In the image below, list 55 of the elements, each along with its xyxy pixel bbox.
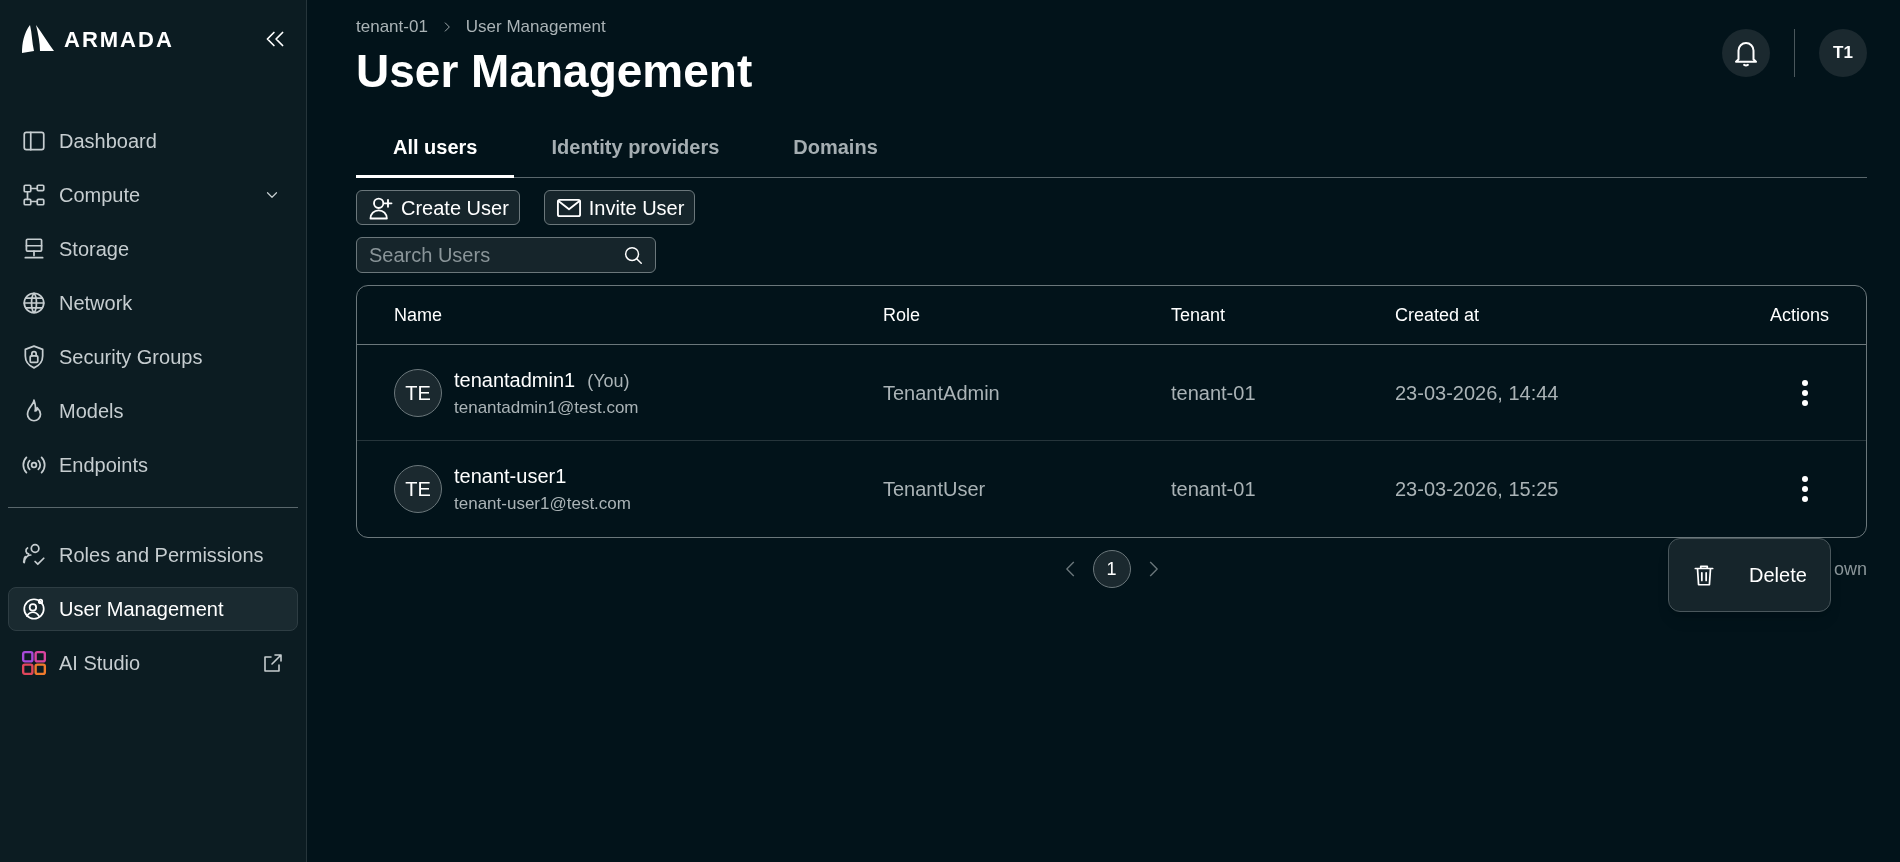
user-email: tenantadmin1@test.com: [454, 397, 639, 417]
column-header: Role: [883, 303, 922, 327]
table-cell-text: tenant-01: [1171, 380, 1257, 406]
shield-lock-icon: [21, 344, 47, 370]
user-name: tenant-user1: [454, 464, 567, 490]
column-header: Actions: [1769, 303, 1829, 327]
user-avatar[interactable]: T1: [1819, 29, 1867, 77]
search-icon: [622, 244, 644, 267]
table-cell-text: 23-03-2026, 15:25: [1395, 477, 1560, 503]
nodes-icon: [21, 182, 47, 208]
table-cell-text: 23-03-2026, 14:44: [1395, 380, 1560, 406]
globe-icon: [21, 290, 47, 316]
nav-item[interactable]: Compute: [8, 173, 298, 217]
breadcrumb-link[interactable]: User Management: [465, 14, 606, 40]
users-check-icon: [21, 542, 47, 568]
nav-item[interactable]: Network: [8, 281, 298, 325]
user-gear-icon: [21, 596, 47, 622]
tab[interactable]: Identity providers: [514, 112, 757, 179]
nav-item[interactable]: Storage: [8, 227, 298, 271]
tab[interactable]: Domains: [756, 112, 915, 179]
nav-item[interactable]: Dashboard: [8, 119, 298, 163]
page-title: User Management: [356, 45, 753, 97]
toolbar-button[interactable]: Create User: [356, 190, 520, 226]
sail-logo-icon: [20, 23, 56, 55]
table-cell-text: TenantUser: [883, 477, 987, 503]
search-field[interactable]: Search Users: [356, 237, 656, 274]
breadcrumb-link[interactable]: tenant-01: [356, 14, 428, 40]
kebab-menu-icon: [1801, 378, 1809, 407]
trash-icon: [1691, 562, 1717, 588]
table-cell-text: TenantAdmin: [883, 380, 1001, 406]
nav-item[interactable]: Roles and Permissions: [8, 533, 298, 577]
you-tag: (You): [587, 367, 630, 395]
table-cell-text: tenant-01: [1171, 477, 1257, 503]
nav-item[interactable]: User Management: [8, 587, 298, 631]
nav-item[interactable]: Models: [8, 389, 298, 433]
nav-item[interactable]: Security Groups: [8, 335, 298, 379]
notifications-button[interactable]: [1722, 29, 1770, 77]
nav-item[interactable]: Endpoints: [8, 443, 298, 487]
user-name: tenantadmin1: [454, 367, 576, 393]
toolbar-button[interactable]: Invite User: [543, 190, 696, 226]
user-initials-avatar: TE: [394, 368, 442, 417]
column-header: Tenant: [1171, 303, 1227, 327]
menu-item[interactable]: Delete: [1677, 547, 1822, 603]
sidebar-icon: [21, 128, 47, 154]
user-initials-avatar: TE: [394, 465, 442, 514]
brand-name: ARMADA: [64, 25, 174, 54]
apps-grid-icon: [21, 650, 47, 676]
user-email: tenant-user1@test.com: [454, 494, 631, 514]
column-header: Name: [394, 303, 443, 327]
column-header: Created at: [1395, 303, 1481, 327]
page-button[interactable]: 1: [1092, 550, 1131, 589]
nav-item[interactable]: AI Studio: [8, 641, 298, 685]
results-count-text: own: [1833, 557, 1867, 581]
tab[interactable]: All users: [356, 112, 515, 179]
kebab-menu-icon: [1801, 475, 1809, 504]
